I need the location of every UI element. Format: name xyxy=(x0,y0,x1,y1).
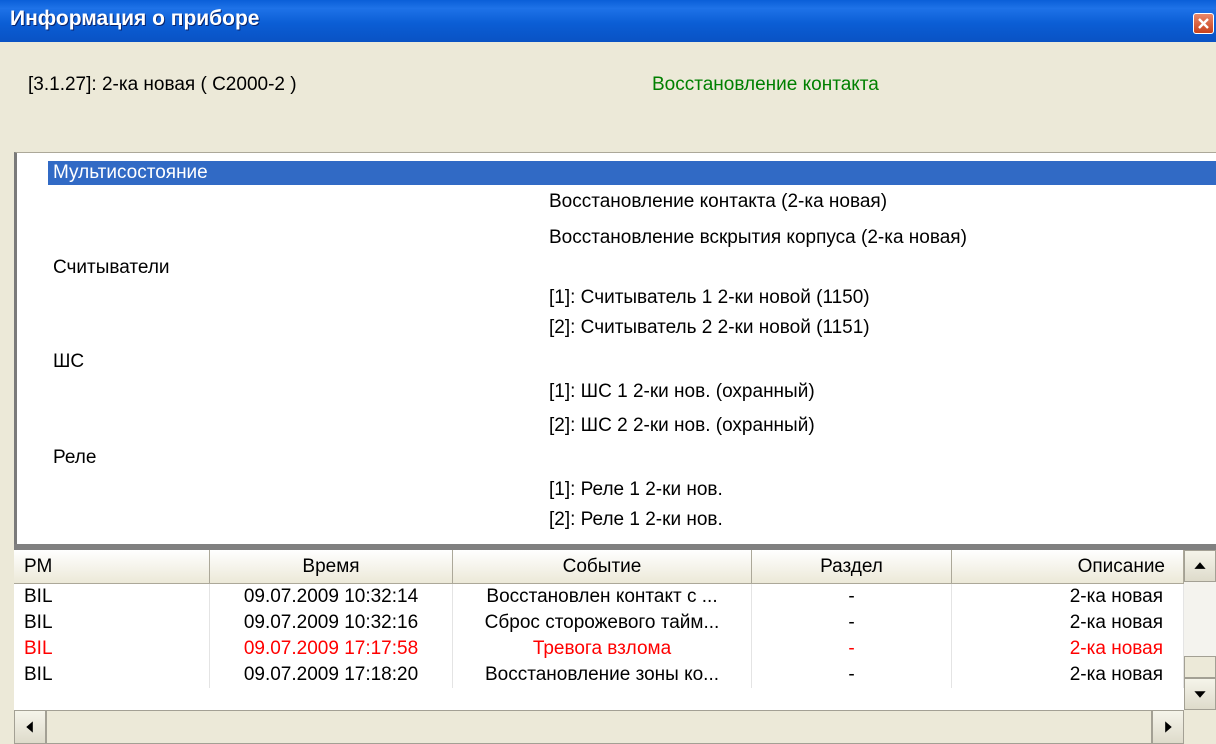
grid-header: РМ Время Событие Раздел Описание xyxy=(14,550,1184,584)
cell-description: 2-ка новая xyxy=(952,610,1184,636)
tree-child-item[interactable]: Восстановление контакта (2-ка новая) xyxy=(549,191,887,213)
vertical-scroll-thumb[interactable] xyxy=(1184,656,1216,678)
device-info-window: Информация о приборе [3.1.27]: 2-ка нова… xyxy=(0,0,1216,744)
tree-child-item[interactable]: Восстановление вскрытия корпуса (2-ка но… xyxy=(549,227,967,249)
cell-time: 09.07.2009 17:18:20 xyxy=(210,662,453,688)
events-grid[interactable]: РМ Время Событие Раздел Описание BIL 09.… xyxy=(14,550,1216,744)
table-row-alarm[interactable]: BIL 09.07.2009 17:17:58 Тревога взлома -… xyxy=(14,636,1184,662)
window-title: Информация о приборе xyxy=(10,7,260,30)
horizontal-scrollbar[interactable] xyxy=(14,710,1184,744)
cell-event: Восстановлен контакт с ... xyxy=(453,584,752,610)
table-row[interactable]: BIL 09.07.2009 10:32:16 Сброс сторожевог… xyxy=(14,610,1184,636)
tree-group-relays[interactable]: Реле xyxy=(53,447,96,469)
close-button[interactable] xyxy=(1193,13,1214,34)
table-row[interactable]: BIL 09.07.2009 10:32:14 Восстановлен кон… xyxy=(14,584,1184,610)
cell-rm: BIL xyxy=(14,662,210,688)
tree-item-multistate[interactable]: Мультисостояние xyxy=(48,161,1216,185)
scroll-left-button[interactable] xyxy=(14,710,46,744)
cell-section: - xyxy=(752,662,952,688)
cell-time: 09.07.2009 10:32:14 xyxy=(210,584,453,610)
cell-rm: BIL xyxy=(14,610,210,636)
cell-event: Восстановление зоны ко... xyxy=(453,662,752,688)
cell-section: - xyxy=(752,584,952,610)
table-row[interactable]: BIL 09.07.2009 17:18:20 Восстановление з… xyxy=(14,662,1184,688)
device-label: [3.1.27]: 2-ка новая ( С2000-2 ) xyxy=(28,74,297,95)
scroll-up-button[interactable] xyxy=(1184,550,1216,582)
scroll-right-button[interactable] xyxy=(1152,710,1184,744)
cell-rm: BIL xyxy=(14,584,210,610)
cell-section: - xyxy=(752,610,952,636)
horizontal-scroll-thumb[interactable] xyxy=(46,710,1152,744)
state-tree[interactable]: Мультисостояние Восстановление контакта … xyxy=(14,152,1216,544)
close-icon xyxy=(1198,18,1209,29)
info-panel: [3.1.27]: 2-ка новая ( С2000-2 ) Восстан… xyxy=(0,42,1216,152)
column-header-time[interactable]: Время xyxy=(210,550,453,584)
vertical-scrollbar[interactable] xyxy=(1184,550,1216,710)
cell-time: 09.07.2009 10:32:16 xyxy=(210,610,453,636)
tree-child-item[interactable]: [1]: ШС 1 2-ки нов. (охранный) xyxy=(549,381,815,403)
tree-child-item[interactable]: [2]: Считыватель 2 2-ки новой (1151) xyxy=(549,317,870,339)
cell-event: Тревога взлома xyxy=(453,636,752,662)
column-header-description[interactable]: Описание xyxy=(952,550,1184,584)
tree-group-zones[interactable]: ШС xyxy=(53,351,84,373)
tree-child-item[interactable]: [2]: Реле 1 2-ки нов. xyxy=(549,509,723,531)
cell-rm: BIL xyxy=(14,636,210,662)
scroll-down-button[interactable] xyxy=(1184,678,1216,710)
cell-description: 2-ка новая xyxy=(952,662,1184,688)
tree-group-readers[interactable]: Считыватели xyxy=(53,257,170,279)
tree-child-item[interactable]: [1]: Реле 1 2-ки нов. xyxy=(549,479,723,501)
arrow-up-icon xyxy=(1194,562,1206,569)
title-bar[interactable]: Информация о приборе xyxy=(0,0,1216,42)
column-header-event[interactable]: Событие xyxy=(453,550,752,584)
cell-time: 09.07.2009 17:17:58 xyxy=(210,636,453,662)
cell-event: Сброс сторожевого тайм... xyxy=(453,610,752,636)
arrow-left-icon xyxy=(26,721,33,733)
column-header-section[interactable]: Раздел xyxy=(752,550,952,584)
size-grip[interactable] xyxy=(1184,710,1216,744)
arrow-down-icon xyxy=(1194,691,1206,698)
tree-child-item[interactable]: [2]: ШС 2 2-ки нов. (охранный) xyxy=(549,415,815,437)
arrow-right-icon xyxy=(1165,721,1172,733)
column-header-rm[interactable]: РМ xyxy=(14,550,210,584)
tree-child-item[interactable]: [1]: Считыватель 1 2-ки новой (1150) xyxy=(549,287,870,309)
cell-description: 2-ка новая xyxy=(952,636,1184,662)
status-label: Восстановление контакта xyxy=(652,74,879,95)
cell-description: 2-ка новая xyxy=(952,584,1184,610)
cell-section: - xyxy=(752,636,952,662)
